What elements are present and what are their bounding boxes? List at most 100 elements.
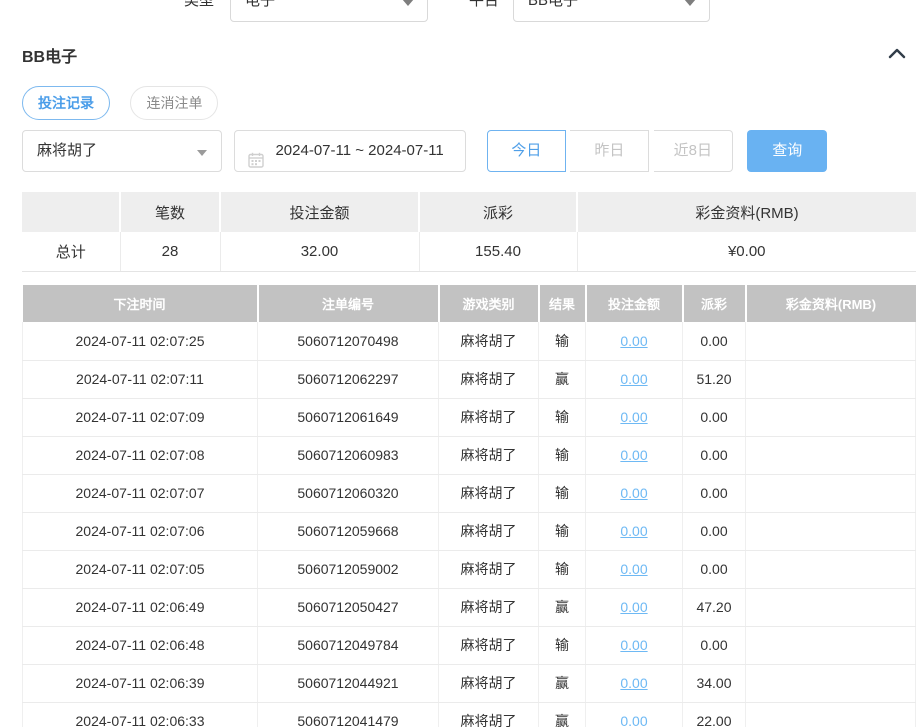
bet-amount-link[interactable]: 0.00 <box>620 523 647 539</box>
cell-time: 2024-07-11 02:07:25 <box>23 322 258 360</box>
calendar-icon <box>248 144 264 184</box>
bet-amount-link[interactable]: 0.00 <box>620 561 647 577</box>
cell-bet: 0.00 <box>586 322 683 360</box>
records-header-bet: 投注金额 <box>586 285 683 322</box>
cell-order_id: 5060712060983 <box>258 436 439 474</box>
table-row: 2024-07-11 02:07:055060712059002麻将胡了输 0.0… <box>23 550 916 588</box>
today-button[interactable]: 今日 <box>487 130 566 172</box>
cell-bonus <box>746 626 916 664</box>
cell-bonus <box>746 322 916 360</box>
cell-game: 麻将胡了 <box>439 360 539 398</box>
bet-amount-link[interactable]: 0.00 <box>620 599 647 615</box>
cell-payout: 34.00 <box>683 664 746 702</box>
cell-payout: 0.00 <box>683 474 746 512</box>
cell-bonus <box>746 664 916 702</box>
chevron-up-icon[interactable] <box>886 43 908 65</box>
game-select[interactable]: 麻将胡了 <box>22 130 222 172</box>
cell-bet: 0.00 <box>586 702 683 727</box>
records-header-payout: 派彩 <box>683 285 746 322</box>
cell-order_id: 5060712059668 <box>258 512 439 550</box>
records-header-game: 游戏类别 <box>439 285 539 322</box>
top-filter-bar: 类型 电子 平台 BB电子 <box>0 0 916 22</box>
cell-game: 麻将胡了 <box>439 512 539 550</box>
filter-row: 麻将胡了 2024-07-11 ~ 2024-07-11 今 <box>22 130 827 172</box>
cell-time: 2024-07-11 02:07:11 <box>23 360 258 398</box>
cell-bonus <box>746 436 916 474</box>
bet-amount-link[interactable]: 0.00 <box>620 485 647 501</box>
bet-amount-link[interactable]: 0.00 <box>620 371 647 387</box>
table-row: 2024-07-11 02:06:335060712041479麻将胡了赢0.0… <box>23 702 916 727</box>
summary-total-label: 总计 <box>22 232 120 271</box>
cell-time: 2024-07-11 02:06:49 <box>23 588 258 626</box>
cell-order_id: 5060712044921 <box>258 664 439 702</box>
cell-bet: 0.00 <box>586 474 683 512</box>
cell-order_id: 5060712070498 <box>258 322 439 360</box>
tab-bet-records[interactable]: 投注记录 <box>22 86 110 120</box>
cell-order_id: 5060712059002 <box>258 550 439 588</box>
table-row: 2024-07-11 02:07:075060712060320麻将胡了输0.0… <box>23 474 916 512</box>
cell-bet: 0.00 <box>586 360 683 398</box>
cell-game: 麻将胡了 <box>439 664 539 702</box>
last-8-days-button[interactable]: 近8日 <box>654 130 733 172</box>
cell-bet: 0.00 <box>586 398 683 436</box>
page: 类型 电子 平台 BB电子 BB电子 投注记录 连消注单 麻将胡了 <box>0 0 916 727</box>
summary-total-bonus: ¥0.00 <box>577 232 916 271</box>
cell-time: 2024-07-11 02:07:05 <box>23 550 258 588</box>
chevron-down-icon <box>684 0 696 6</box>
cell-result: 输 <box>539 550 586 588</box>
platform-label: 平台 <box>469 0 499 22</box>
records-body: 2024-07-11 02:07:255060712070498麻将胡了输0.0… <box>23 322 916 727</box>
cell-bonus <box>746 702 916 727</box>
bet-amount-link[interactable]: 0.00 <box>620 447 647 463</box>
cell-order_id: 5060712049784 <box>258 626 439 664</box>
bet-amount-link[interactable]: 0.00 <box>620 713 647 727</box>
table-row: 2024-07-11 02:07:255060712070498麻将胡了输0.0… <box>23 322 916 360</box>
cell-time: 2024-07-11 02:06:48 <box>23 626 258 664</box>
cell-result: 输 <box>539 322 586 360</box>
bet-amount-link[interactable]: 0.00 <box>620 675 647 691</box>
cell-bonus <box>746 398 916 436</box>
summary-header-bet: 投注金额 <box>220 192 419 232</box>
records-header-time: 下注时间 <box>23 285 258 322</box>
type-select[interactable]: 电子 <box>230 0 428 22</box>
cell-result: 赢 <box>539 702 586 727</box>
cell-result: 输 <box>539 436 586 474</box>
cell-result: 赢 <box>539 360 586 398</box>
summary-table: 笔数 投注金额 派彩 彩金资料(RMB) 总计 28 32.00 155.40 … <box>22 192 916 272</box>
quick-date-group: 今日 昨日 近8日 <box>487 130 733 172</box>
platform-select[interactable]: BB电子 <box>513 0 710 22</box>
cell-game: 麻将胡了 <box>439 550 539 588</box>
summary-total-payout: 155.40 <box>419 232 577 271</box>
bet-amount-link[interactable]: 0.00 <box>620 409 647 425</box>
cell-game: 麻将胡了 <box>439 626 539 664</box>
cell-payout: 0.00 <box>683 436 746 474</box>
table-row: 2024-07-11 02:06:495060712050427麻将胡了赢0.0… <box>23 588 916 626</box>
cell-payout: 47.20 <box>683 588 746 626</box>
date-range-input[interactable]: 2024-07-11 ~ 2024-07-11 <box>234 130 466 172</box>
tab-cancelled-orders[interactable]: 连消注单 <box>130 86 218 120</box>
yesterday-button[interactable]: 昨日 <box>570 130 649 172</box>
chevron-down-icon <box>197 150 207 156</box>
records-table: 下注时间注单编号游戏类别结果投注金额派彩彩金资料(RMB) 2024-07-11… <box>22 285 916 727</box>
chevron-down-icon <box>402 0 414 6</box>
table-row: 2024-07-11 02:07:065060712059668麻将胡了输0.0… <box>23 512 916 550</box>
cell-time: 2024-07-11 02:06:39 <box>23 664 258 702</box>
cell-bet: 0.00 <box>586 626 683 664</box>
summary-header-bonus: 彩金资料(RMB) <box>577 192 916 232</box>
bet-amount-link[interactable]: 0.00 <box>620 637 647 653</box>
section-header: BB电子 <box>22 43 908 65</box>
cell-result: 输 <box>539 398 586 436</box>
records-header-order_id: 注单编号 <box>258 285 439 322</box>
tab-bar: 投注记录 连消注单 <box>22 86 234 120</box>
cell-bonus <box>746 360 916 398</box>
cell-result: 输 <box>539 512 586 550</box>
cell-result: 赢 <box>539 588 586 626</box>
cell-order_id: 5060712060320 <box>258 474 439 512</box>
search-button[interactable]: 查询 <box>747 130 827 172</box>
cell-time: 2024-07-11 02:07:08 <box>23 436 258 474</box>
records-header-row: 下注时间注单编号游戏类别结果投注金额派彩彩金资料(RMB) <box>23 285 916 322</box>
bet-amount-link[interactable]: 0.00 <box>620 333 647 349</box>
table-row: 2024-07-11 02:07:115060712062297麻将胡了赢0.0… <box>23 360 916 398</box>
summary-total-bet: 32.00 <box>220 232 419 271</box>
cell-order_id: 5060712041479 <box>258 702 439 727</box>
